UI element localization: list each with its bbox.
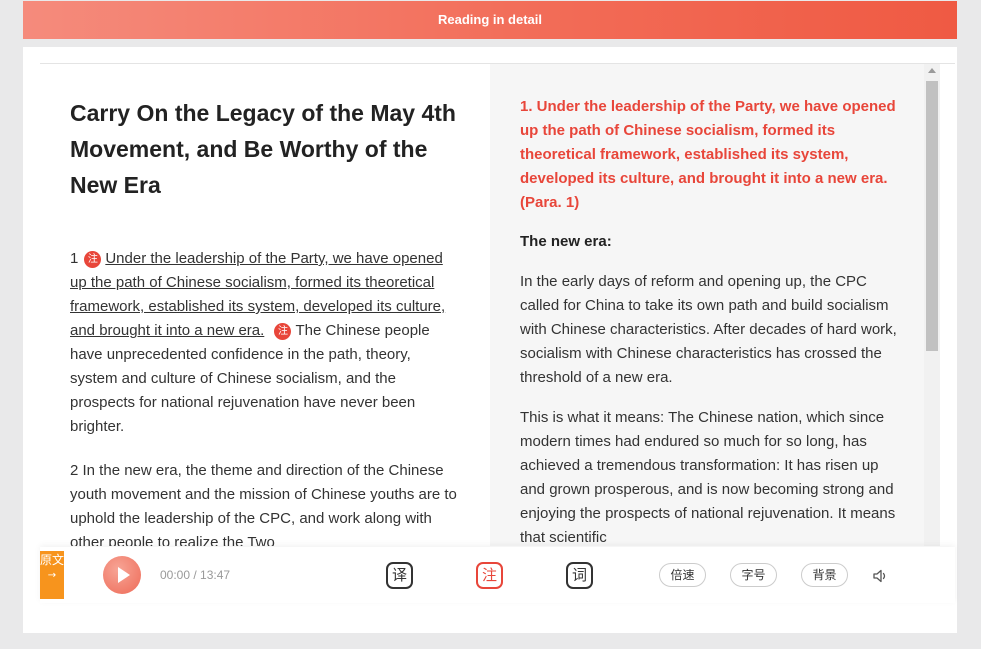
note-paragraph: In the early days of reform and opening … — [520, 273, 897, 386]
note-marker-icon[interactable]: 注 — [274, 323, 292, 340]
article-title: Carry On the Legacy of the May 4th Movem… — [70, 100, 456, 198]
speaker-icon[interactable] — [872, 568, 888, 584]
font-size-button[interactable]: 字号 — [730, 563, 777, 587]
paragraph-2: 2 In the new era, the theme and directio… — [70, 462, 457, 546]
notes-button[interactable]: 注 — [476, 562, 503, 589]
scroll-up-arrow-icon[interactable] — [928, 68, 936, 73]
page-header: Reading in detail — [23, 1, 957, 39]
reading-card: Carry On the Legacy of the May 4th Movem… — [23, 47, 957, 633]
vocabulary-button[interactable]: 词 — [566, 562, 593, 589]
notes-scrollbar[interactable] — [924, 64, 940, 546]
speed-button[interactable]: 倍速 — [659, 563, 706, 587]
paragraph-1: 1 注 Under the leadership of the Party, we … — [70, 247, 460, 439]
background-button[interactable]: 背景 — [801, 563, 848, 587]
article-pane[interactable]: Carry On the Legacy of the May 4th Movem… — [40, 64, 490, 546]
play-button[interactable] — [103, 556, 141, 594]
paragraph-number: 1 — [70, 250, 79, 267]
audio-player-bar: 原文 → 00:00 / 13:47 译 注 词 倍速 字号 背景 — [40, 547, 955, 603]
translate-button[interactable]: 译 — [386, 562, 413, 589]
playback-time: 00:00 / 13:47 — [160, 568, 231, 582]
arrow-right-icon: → — [47, 570, 57, 581]
original-text-tab[interactable]: 原文 → — [40, 551, 64, 599]
note-paragraph: This is what it means: The Chinese natio… — [520, 409, 896, 546]
original-tab-label: 原文 — [40, 553, 65, 567]
note-marker-icon[interactable]: 注 — [84, 251, 102, 268]
notes-pane[interactable]: 1. Under the leadership of the Party, we… — [490, 64, 924, 546]
note-heading: 1. Under the leadership of the Party, we… — [520, 98, 896, 211]
note-subheading: The new era: — [520, 233, 612, 250]
scrollbar-thumb[interactable] — [926, 81, 938, 351]
